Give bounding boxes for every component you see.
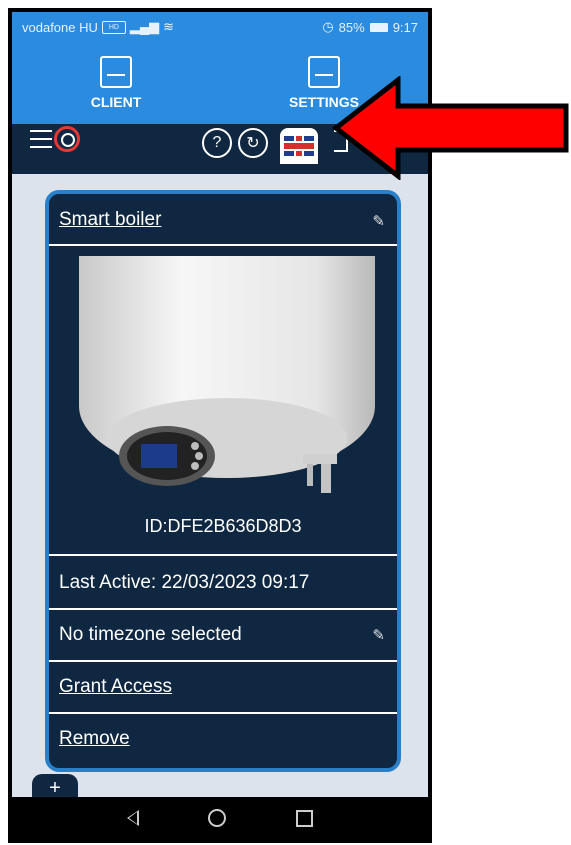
red-arrow-annotation: [332, 76, 569, 180]
help-button[interactable]: ?: [202, 128, 232, 158]
divider: [49, 244, 397, 246]
clock: 9:17: [392, 19, 418, 35]
edit-name-icon[interactable]: ✎: [372, 212, 385, 230]
back-icon[interactable]: [126, 810, 139, 826]
recents-icon[interactable]: [296, 809, 314, 827]
language-selector[interactable]: [280, 128, 318, 164]
device-id: ID:DFE2B636D8D3: [144, 516, 302, 536]
client-icon: [100, 56, 132, 88]
remove-link[interactable]: Remove: [59, 716, 387, 762]
divider: [49, 608, 397, 610]
signal-icon: ▂▄▆: [129, 19, 160, 34]
home-icon[interactable]: [208, 809, 227, 827]
refresh-button[interactable]: ↻: [238, 128, 268, 158]
battery-icon: [369, 22, 388, 32]
uk-flag-icon: [284, 136, 314, 156]
alarm-icon: ◷: [322, 19, 334, 34]
boiler-image: [79, 256, 375, 493]
tab-client-label: CLIENT: [90, 94, 142, 110]
last-active-text: Last Active: 22/03/2023 09:17: [59, 572, 310, 593]
timezone-text: No timezone selected: [59, 624, 242, 645]
divider: [49, 554, 397, 556]
carrier-label: vodafone HU: [22, 19, 98, 35]
grant-access-link[interactable]: Grant Access: [59, 664, 387, 710]
divider: [49, 660, 397, 662]
edit-timezone-icon[interactable]: ✎: [372, 626, 385, 644]
battery-percent: 85%: [338, 19, 365, 35]
network-type-icon: HD: [101, 20, 126, 34]
brand-logo: [54, 126, 80, 152]
status-bar: vodafone HU HD ▂▄▆ ≋ ◷ 85% 9:17: [12, 12, 428, 42]
wifi-icon: ≋: [163, 19, 175, 34]
divider: [49, 712, 397, 714]
device-name-link[interactable]: Smart boiler: [59, 202, 387, 238]
device-card: Smart boiler ✎ ID:DFE2B636D8D3 Last Acti…: [45, 190, 401, 772]
tab-client[interactable]: CLIENT: [12, 42, 220, 124]
android-nav-bar: [12, 797, 428, 839]
menu-icon[interactable]: [30, 130, 52, 148]
